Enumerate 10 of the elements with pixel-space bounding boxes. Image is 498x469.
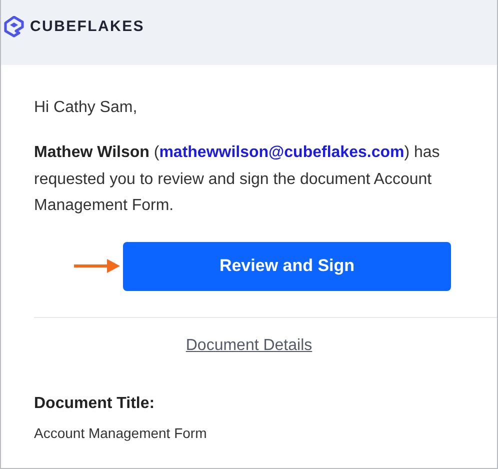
field-label: Document Title:: [34, 394, 156, 412]
arrow-icon: [74, 258, 120, 274]
logo-icon: [4, 16, 24, 38]
review-and-sign-button[interactable]: Review and Sign: [123, 242, 451, 290]
message-text: Mathew Wilson (mathewwilson@cubeflakes.com) has requested you to review and sign the document Account Management Form.: [34, 143, 441, 216]
document-details-link[interactable]: Document Details: [186, 336, 312, 354]
email-link[interactable]: mathewwilson@cubeflakes.com: [159, 144, 404, 161]
field-value: Account Management Form: [34, 424, 208, 440]
logo-text: CUBEFLAKES: [30, 17, 145, 37]
greeting-text: Hi Cathy Sam,: [34, 98, 138, 118]
